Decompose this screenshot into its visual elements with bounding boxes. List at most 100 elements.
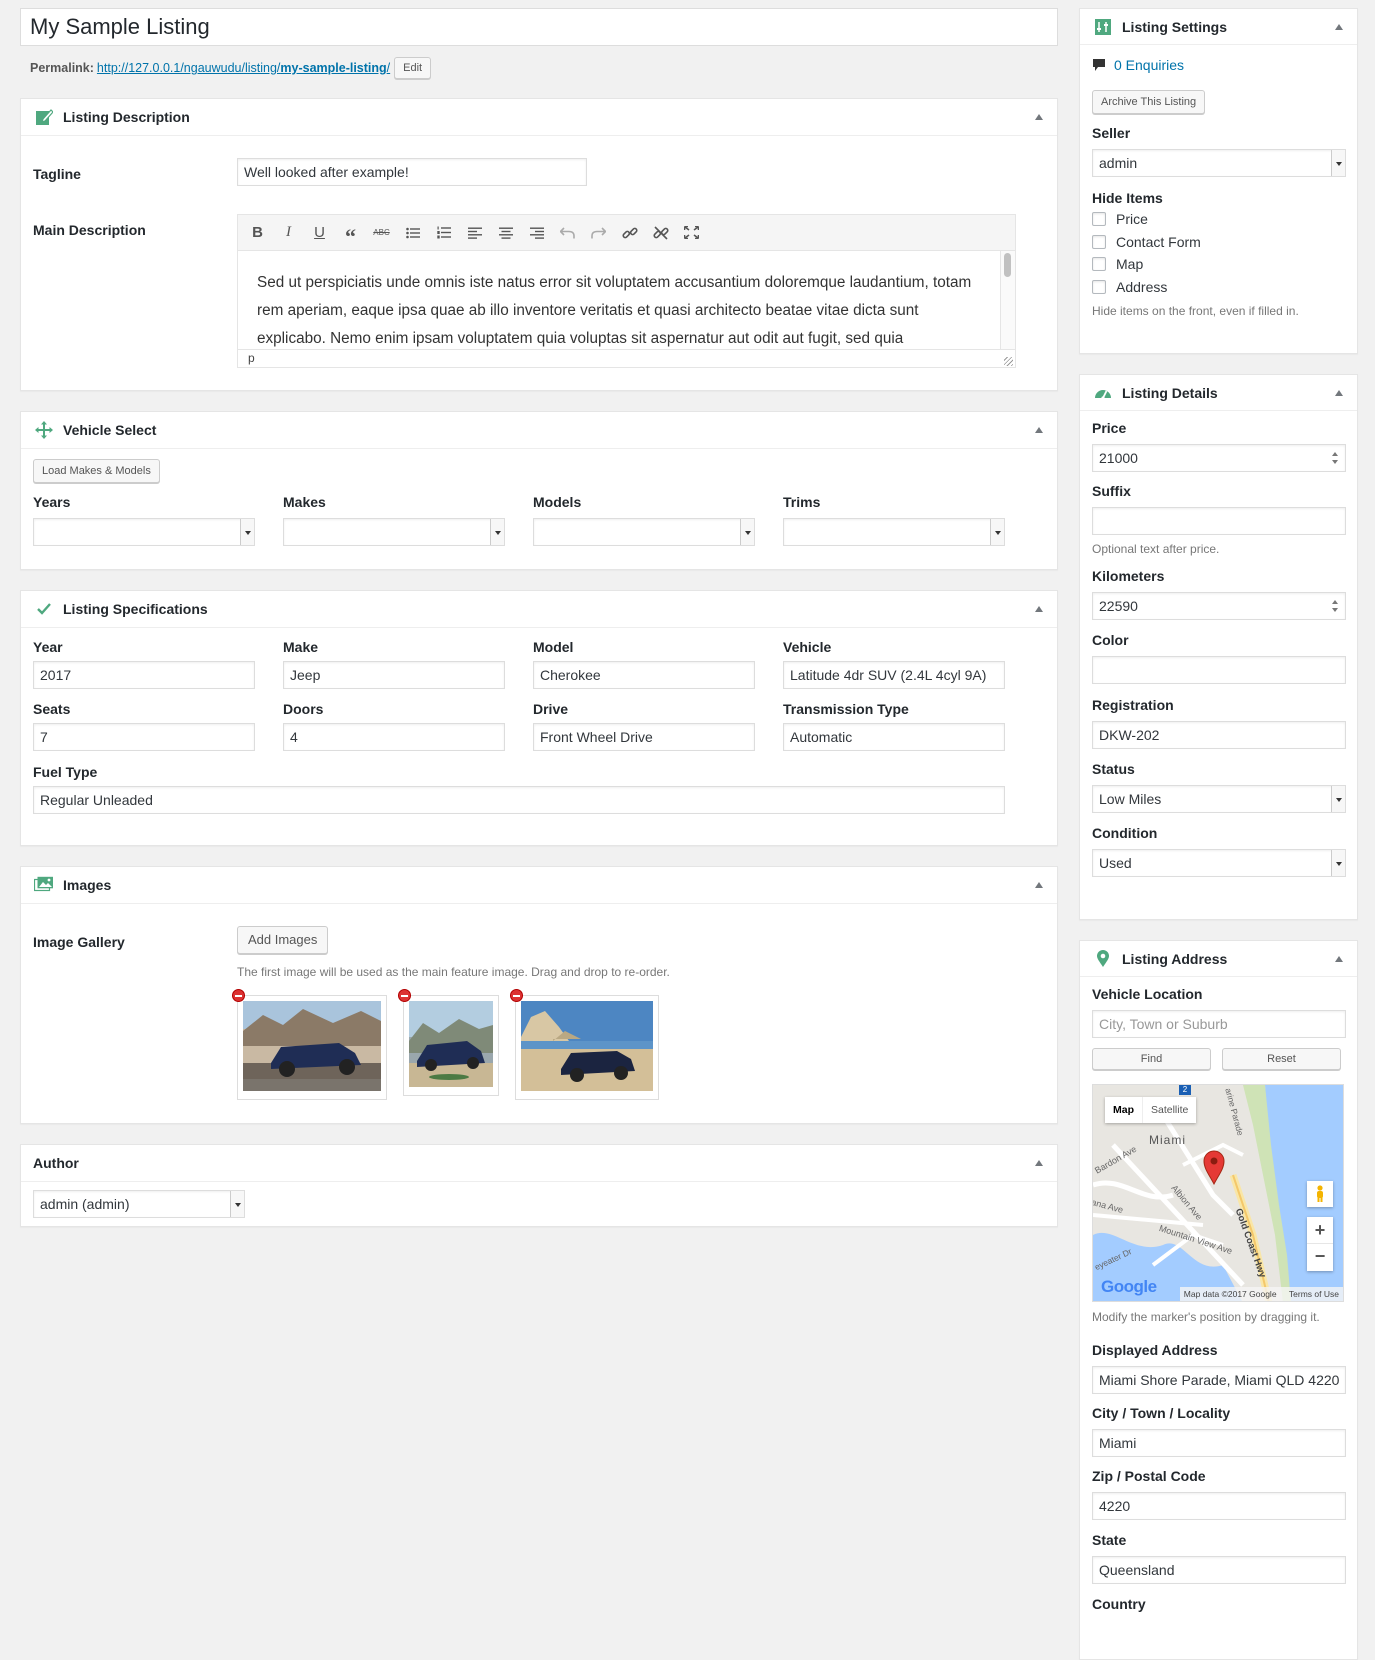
undo-icon[interactable] — [552, 219, 583, 247]
model-input[interactable]: Cherokee — [533, 661, 755, 689]
doors-input[interactable]: 4 — [283, 723, 505, 751]
load-makes-models-button[interactable]: Load Makes & Models — [33, 459, 160, 483]
displayed-address-input[interactable]: Miami Shore Parade, Miami QLD 4220 — [1092, 1366, 1346, 1394]
remove-image-icon[interactable] — [509, 989, 523, 1002]
vehicle-select-box: Vehicle Select Load Makes & Models Years… — [20, 411, 1058, 570]
map-marker-icon[interactable] — [1202, 1149, 1226, 1185]
city-input[interactable]: Miami — [1092, 1429, 1346, 1457]
kilometers-input[interactable]: 22590 — [1092, 592, 1346, 620]
gallery-image[interactable] — [397, 989, 499, 1096]
zoom-in-button[interactable]: + — [1307, 1217, 1333, 1244]
author-header[interactable]: Author — [21, 1145, 1057, 1182]
hide-price-option[interactable]: Price — [1092, 208, 1345, 231]
listing-settings-header[interactable]: Listing Settings — [1080, 9, 1357, 45]
strikethrough-button[interactable]: ABC — [366, 219, 397, 247]
align-center-icon[interactable] — [490, 219, 521, 247]
bold-button[interactable]: B — [242, 219, 273, 247]
gallery-image[interactable] — [232, 989, 387, 1100]
underline-button[interactable]: U — [304, 219, 335, 247]
seller-select[interactable]: admin — [1092, 149, 1346, 177]
insert-link-icon[interactable] — [614, 219, 645, 247]
collapse-toggle-icon[interactable] — [1035, 427, 1043, 433]
number-spinner-icon[interactable] — [1332, 600, 1338, 612]
enquiries-link[interactable]: 0 Enquiries — [1114, 57, 1184, 73]
vehicle-input[interactable]: Latitude 4dr SUV (2.4L 4cyl 9A) — [783, 661, 1005, 689]
align-left-icon[interactable] — [459, 219, 490, 247]
hide-address-checkbox[interactable] — [1092, 279, 1106, 294]
map-terms-link[interactable]: Terms of Use — [1289, 1289, 1339, 1299]
suffix-input[interactable] — [1092, 507, 1346, 535]
vehicle-location-input[interactable]: City, Town or Suburb — [1092, 1010, 1346, 1038]
remove-image-icon[interactable] — [232, 989, 245, 1002]
zoom-out-button[interactable]: − — [1307, 1244, 1333, 1271]
permalink-row: Permalink: http://127.0.0.1/ngauwudu/lis… — [20, 56, 1058, 80]
image-gallery-label: Image Gallery — [33, 934, 125, 950]
years-select[interactable] — [33, 518, 255, 546]
color-input[interactable] — [1092, 656, 1346, 684]
edit-permalink-button[interactable]: Edit — [394, 57, 432, 79]
year-input[interactable]: 2017 — [33, 661, 255, 689]
listing-address-header[interactable]: Listing Address — [1080, 941, 1357, 977]
editor-scrollbar-thumb[interactable] — [1004, 253, 1011, 277]
resize-handle-icon[interactable] — [1004, 357, 1013, 366]
archive-listing-button[interactable]: Archive This Listing — [1092, 90, 1206, 114]
post-title-input[interactable]: My Sample Listing — [20, 8, 1058, 46]
hide-price-checkbox[interactable] — [1092, 212, 1106, 227]
price-input[interactable]: 21000 — [1092, 444, 1346, 472]
state-input[interactable]: Queensland — [1092, 1556, 1346, 1584]
zip-input[interactable]: 4220 — [1092, 1492, 1346, 1520]
trims-select[interactable] — [783, 518, 1005, 546]
condition-select[interactable]: Used — [1092, 849, 1346, 877]
collapse-toggle-icon[interactable] — [1335, 390, 1343, 396]
seats-input[interactable]: 7 — [33, 723, 255, 751]
redo-icon[interactable] — [583, 219, 614, 247]
italic-button[interactable]: I — [273, 219, 304, 247]
align-right-icon[interactable] — [521, 219, 552, 247]
hide-map-option[interactable]: Map — [1092, 253, 1345, 276]
location-map[interactable]: Map Satellite 2 Miami Bardon Ave Albion … — [1092, 1084, 1344, 1302]
listing-description-header[interactable]: Listing Description — [21, 99, 1057, 136]
street-view-pegman-icon[interactable] — [1307, 1181, 1333, 1207]
hide-contact-form-option[interactable]: Contact Form — [1092, 231, 1345, 254]
satellite-view-tab[interactable]: Satellite — [1142, 1097, 1196, 1123]
number-spinner-icon[interactable] — [1332, 452, 1338, 464]
registration-input[interactable]: DKW-202 — [1092, 721, 1346, 749]
remove-link-icon[interactable] — [645, 219, 676, 247]
images-header[interactable]: Images — [21, 867, 1057, 904]
blockquote-button[interactable]: “ — [335, 219, 366, 249]
drive-input[interactable]: Front Wheel Drive — [533, 723, 755, 751]
fullscreen-icon[interactable] — [676, 219, 707, 247]
collapse-toggle-icon[interactable] — [1035, 606, 1043, 612]
tagline-input[interactable]: Well looked after example! — [237, 158, 587, 186]
models-select[interactable] — [533, 518, 755, 546]
permalink-link[interactable]: http://127.0.0.1/ngauwudu/listing/my-sam… — [97, 61, 390, 75]
author-select[interactable]: admin (admin) — [33, 1190, 245, 1218]
find-location-button[interactable]: Find — [1092, 1048, 1211, 1070]
numbered-list-icon[interactable] — [428, 219, 459, 247]
status-select[interactable]: Low Miles — [1092, 785, 1346, 813]
hide-address-option[interactable]: Address — [1092, 276, 1345, 299]
make-input[interactable]: Jeep — [283, 661, 505, 689]
editor-content[interactable]: Sed ut perspiciatis unde omnis iste natu… — [238, 251, 1015, 349]
gallery-image[interactable] — [509, 989, 659, 1100]
vehicle-select-header[interactable]: Vehicle Select — [21, 412, 1057, 449]
map-view-tab[interactable]: Map — [1105, 1097, 1142, 1123]
collapse-toggle-icon[interactable] — [1035, 882, 1043, 888]
transmission-input[interactable]: Automatic — [783, 723, 1005, 751]
reset-location-button[interactable]: Reset — [1222, 1048, 1341, 1070]
listing-specifications-header[interactable]: Listing Specifications — [21, 591, 1057, 628]
collapse-toggle-icon[interactable] — [1335, 956, 1343, 962]
fuel-type-input[interactable]: Regular Unleaded — [33, 786, 1005, 814]
listing-details-header[interactable]: Listing Details — [1080, 375, 1357, 411]
models-label: Models — [533, 494, 582, 510]
remove-image-icon[interactable] — [397, 989, 411, 1002]
hide-map-checkbox[interactable] — [1092, 257, 1106, 272]
makes-select[interactable] — [283, 518, 505, 546]
collapse-toggle-icon[interactable] — [1335, 24, 1343, 30]
listing-address-title: Listing Address — [1122, 950, 1228, 967]
bullet-list-icon[interactable] — [397, 219, 428, 247]
collapse-toggle-icon[interactable] — [1035, 1160, 1043, 1166]
add-images-button[interactable]: Add Images — [237, 926, 329, 954]
hide-contact-form-checkbox[interactable] — [1092, 234, 1106, 249]
collapse-toggle-icon[interactable] — [1035, 114, 1043, 120]
